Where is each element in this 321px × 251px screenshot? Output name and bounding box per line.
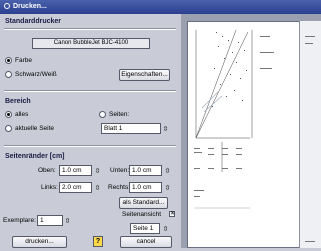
page-number-input[interactable]: Seite 1 [130,223,160,234]
bottom-margin-stepper-icon[interactable]: ⇳ [164,165,171,176]
print-preview [181,14,321,248]
preview-edge-graphic [305,36,315,242]
divider [4,145,176,147]
printer-section-title: Standarddrucker [5,18,62,25]
top-margin-input[interactable]: 1.0 cm [59,165,92,176]
print-button[interactable]: drucken... [12,236,67,248]
radio-dot [5,57,12,64]
properties-button[interactable]: Eigenschaften... [119,69,170,81]
page-view-label: Seitenansicht [122,211,162,218]
top-margin-stepper-icon[interactable]: ⇳ [94,165,101,176]
print-dialog: Drucken... Standarddrucker Canon BubbleJ… [0,0,321,248]
cancel-button[interactable]: cancel [120,236,172,248]
copies-input[interactable]: 1 [37,215,63,226]
page-view-checkbox[interactable]: ✕ [169,211,175,217]
printer-name-field: Canon BubbleJet BJC-4100 [32,38,150,49]
right-margin-stepper-icon[interactable]: ⇳ [164,182,171,193]
bw-radio-label: Schwarz/Weiß [15,71,57,78]
radio-dot [5,125,12,132]
left-margin-stepper-icon[interactable]: ⇳ [94,182,101,193]
copies-label: Exemplare: [3,217,36,224]
save-default-button[interactable]: als Standard... [119,197,168,209]
radio-dot [5,71,12,78]
page-number-stepper-icon[interactable]: ⇳ [162,223,169,234]
right-margin-input[interactable]: 1.0 cm [129,182,162,193]
current-page-label: aktuelle Seite [15,125,55,132]
preview-page-edge [299,21,321,248]
bw-radio[interactable]: Schwarz/Weiß [5,71,57,78]
current-page-radio[interactable]: aktuelle Seite [5,125,54,132]
all-radio[interactable]: alles [5,111,28,118]
sheet-dropdown-icon[interactable]: ⇳ [162,123,169,134]
help-icon[interactable]: ? [93,236,103,247]
right-margin-label: Rechts: [108,184,131,191]
top-margin-label: Oben: [38,167,56,174]
sheet-select[interactable]: Blatt 1 [101,123,161,134]
left-margin-input[interactable]: 2.0 cm [59,182,92,193]
range-section-title: Bereich [5,98,31,105]
color-radio[interactable]: Farbe [5,57,32,64]
color-radio-label: Farbe [15,57,32,64]
radio-dot [99,111,106,118]
copies-stepper-icon[interactable]: ⇳ [64,215,71,226]
window-title: Drucken... [13,3,47,10]
bottom-margin-input[interactable]: 1.0 cm [129,165,162,176]
pages-radio-label: Seiten: [109,111,130,118]
app-icon [4,3,10,9]
bottom-margin-label: Unten: [110,167,130,174]
left-margin-label: Links: [41,184,58,191]
pages-radio[interactable]: Seiten: [99,111,129,118]
divider [4,90,176,92]
margins-section-title: Seitenränder [cm] [5,153,65,160]
settings-panel: Standarddrucker Canon BubbleJet BJC-4100… [0,14,181,248]
all-radio-label: alles [15,111,29,118]
title-bar[interactable]: Drucken... [0,0,321,14]
radio-dot [5,111,12,118]
divider [4,28,176,30]
